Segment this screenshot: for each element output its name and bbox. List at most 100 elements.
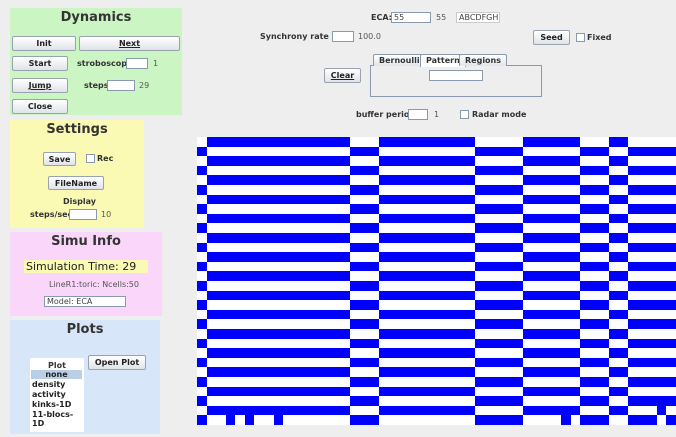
grid-cell-run: [379, 194, 475, 205]
grid-cell-run: [580, 377, 609, 387]
grid-cell-run: [474, 146, 523, 157]
eca-rule-code: 55: [436, 13, 447, 22]
tab-regions[interactable]: Regions: [459, 54, 508, 66]
plot-item-activity[interactable]: activity: [32, 390, 66, 399]
grid-cell-run: [197, 338, 207, 349]
grid-cell-run: [608, 329, 629, 339]
synchrony-value: 100.0: [358, 32, 381, 41]
grid-cell-run: [197, 396, 207, 406]
grid-cell-run: [197, 319, 207, 329]
fixed-checkbox[interactable]: [576, 33, 585, 42]
grid-cell-run: [522, 233, 581, 243]
grid-cell-run: [580, 223, 609, 233]
plots-title: Plots: [66, 322, 104, 337]
plot-item-kinks[interactable]: kinks-1D: [32, 400, 71, 409]
grid-cell-run: [628, 185, 676, 195]
grid-cell-run: [628, 300, 676, 310]
grid-cell-run: [206, 156, 351, 166]
stroboscope-label: stroboscope: [77, 59, 133, 68]
grid-cell-run: [628, 377, 676, 387]
grid-cell-run: [474, 415, 523, 425]
grid-cell-run: [350, 300, 379, 310]
grid-cell-run: [350, 281, 379, 291]
grid-cell-run: [628, 396, 676, 406]
grid-cell-run: [561, 415, 571, 425]
grid-cell-run: [608, 405, 629, 416]
grid-cell-run: [206, 194, 351, 205]
grid-cell-run: [197, 300, 207, 310]
grid-cell-run: [628, 165, 676, 176]
plot-item-none[interactable]: none: [31, 370, 82, 379]
grid-cell-run: [608, 367, 629, 377]
grid-cell-run: [206, 348, 351, 358]
grid-cell-run: [379, 290, 475, 301]
grid-cell-run: [379, 329, 475, 339]
radar-mode-checkbox[interactable]: [460, 110, 469, 119]
grid-cell-run: [580, 204, 609, 214]
close-button[interactable]: Close: [12, 99, 68, 114]
open-plot-button[interactable]: Open Plot: [88, 355, 146, 370]
grid-cell-run: [206, 252, 351, 262]
grid-cell-run: [225, 415, 236, 425]
grid-cell-run: [379, 271, 475, 281]
automaton-grid[interactable]: [197, 137, 676, 425]
buffer-period-value: 1: [434, 110, 440, 119]
tab-bernoulli[interactable]: Bernoulli: [373, 54, 426, 66]
stroboscope-value: 1: [153, 59, 159, 68]
filename-button[interactable]: FileName: [48, 176, 104, 190]
grid-cell-run: [628, 146, 676, 157]
grid-cell-run: [206, 329, 351, 339]
grid-cell-run: [628, 338, 676, 349]
grid-cell-run: [379, 386, 475, 397]
simu-info-title: Simu Info: [51, 234, 121, 249]
buffer-period-field[interactable]: [408, 109, 428, 120]
steps-value: 29: [139, 81, 150, 90]
steps-field[interactable]: [107, 80, 135, 91]
grid-cell-run: [580, 338, 609, 349]
grid-cell-run: [628, 319, 676, 329]
dynamics-panel: Dynamics Init Next Start stroboscope 1 J…: [10, 8, 182, 115]
jump-button[interactable]: Jump: [12, 78, 68, 93]
grid-cell-run: [580, 415, 609, 425]
grid-cell-run: [628, 261, 676, 272]
grid-cell-run: [608, 348, 629, 358]
grid-cell-run: [379, 252, 475, 262]
grid-cell-run: [197, 185, 207, 195]
grid-cell-run: [522, 252, 581, 262]
eca-rule-field[interactable]: 55: [391, 12, 431, 23]
start-button[interactable]: Start: [12, 56, 68, 71]
plot-list[interactable]: Plot none density activity kinks-1D 11-b…: [30, 358, 84, 432]
grid-cell-run: [656, 405, 667, 416]
plot-item-blocs[interactable]: 11-blocs-1D: [32, 410, 84, 428]
grid-cell-run: [608, 252, 629, 262]
grid-cell-run: [628, 242, 676, 253]
steps-sec-label: steps/sec: [30, 210, 73, 219]
grid-cell-run: [350, 357, 379, 368]
grid-cell-run: [206, 137, 351, 147]
grid-cell-run: [474, 242, 523, 253]
grid-cell-run: [474, 338, 523, 349]
grid-cell-run: [350, 338, 379, 349]
grid-cell-run: [522, 271, 581, 281]
grid-cell-run: [350, 242, 379, 253]
seed-button[interactable]: Seed: [533, 30, 570, 45]
plot-item-density[interactable]: density: [32, 380, 65, 389]
grid-cell-run: [244, 415, 255, 425]
clear-button[interactable]: Clear: [324, 68, 361, 83]
grid-cell-run: [474, 357, 523, 368]
pattern-field[interactable]: [429, 70, 483, 81]
grid-cell-run: [197, 261, 207, 272]
grid-cell-run: [379, 137, 475, 147]
steps-sec-field[interactable]: [69, 209, 97, 220]
save-button[interactable]: Save: [43, 152, 76, 166]
init-button[interactable]: Init: [12, 36, 76, 51]
next-button[interactable]: Next: [79, 36, 180, 51]
grid-cell-run: [608, 156, 629, 166]
grid-cell-run: [350, 185, 379, 195]
grid-cell-run: [522, 290, 581, 301]
steps-label: steps: [84, 81, 109, 90]
synchrony-field[interactable]: [332, 31, 354, 42]
rec-checkbox[interactable]: [86, 154, 95, 163]
stroboscope-field[interactable]: [126, 58, 148, 69]
grid-cell-run: [379, 367, 475, 377]
